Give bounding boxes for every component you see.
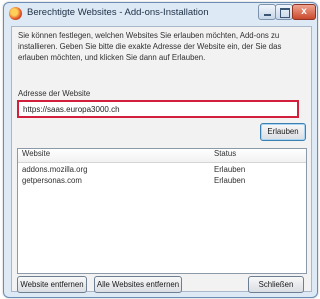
maximize-button[interactable]: [275, 4, 293, 20]
minimize-button[interactable]: [258, 4, 276, 20]
title-bar[interactable]: Berechtigte Websites - Add-ons-Installat…: [4, 3, 317, 25]
website-address-input[interactable]: [17, 100, 299, 118]
website-list[interactable]: Website Status addons.mozilla.org Erlaub…: [17, 148, 307, 274]
allow-button[interactable]: Erlauben: [260, 123, 306, 141]
list-header: Website Status: [18, 149, 306, 163]
website-cell: getpersonas.com: [22, 176, 82, 185]
close-icon: x: [301, 6, 307, 17]
list-row[interactable]: getpersonas.com Erlauben: [18, 176, 306, 187]
column-header-website[interactable]: Website: [22, 149, 50, 158]
column-header-status[interactable]: Status: [214, 149, 236, 158]
remove-all-websites-button[interactable]: Alle Websites entfernen: [94, 276, 182, 293]
close-button[interactable]: Schließen: [248, 276, 304, 293]
dialog-window: Berechtigte Websites - Add-ons-Installat…: [3, 2, 318, 298]
dialog-content: Sie können festlegen, welchen Websites S…: [11, 26, 312, 293]
window-title: Berechtigte Websites - Add-ons-Installat…: [27, 7, 209, 18]
remove-website-button[interactable]: Website entfernen: [17, 276, 87, 293]
list-row[interactable]: addons.mozilla.org Erlauben: [18, 165, 306, 176]
status-cell: Erlauben: [214, 165, 246, 174]
description-text: Sie können festlegen, welchen Websites S…: [18, 31, 282, 62]
url-label: Adresse der Website: [18, 89, 91, 98]
firefox-icon: [9, 7, 22, 20]
website-cell: addons.mozilla.org: [22, 165, 88, 174]
close-window-button[interactable]: x: [292, 4, 316, 20]
status-cell: Erlauben: [214, 176, 246, 185]
